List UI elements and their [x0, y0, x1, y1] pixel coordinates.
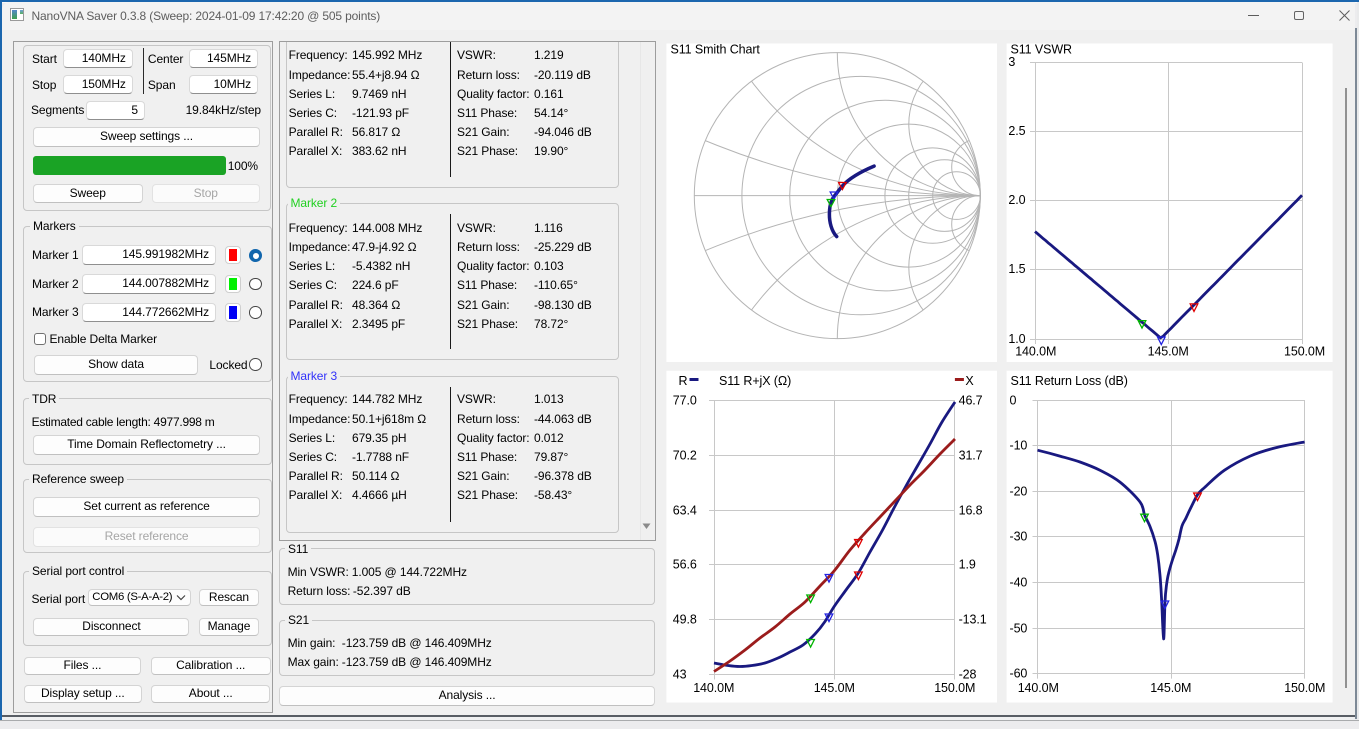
svg-text:70.2: 70.2 — [673, 449, 697, 463]
svg-text:150.0M: 150.0M — [1284, 345, 1325, 359]
svg-text:145.0M: 145.0M — [1148, 345, 1189, 359]
svg-text:1.5: 1.5 — [1008, 262, 1025, 276]
svg-text:16.8: 16.8 — [959, 504, 983, 518]
svg-text:140.0M: 140.0M — [1015, 345, 1056, 359]
svg-text:-28: -28 — [959, 668, 977, 682]
svg-text:2.5: 2.5 — [1008, 124, 1025, 138]
svg-text:1.9: 1.9 — [959, 558, 976, 572]
svg-text:-20: -20 — [1010, 485, 1028, 499]
svg-text:140.0M: 140.0M — [1018, 681, 1059, 695]
svg-text:145.0M: 145.0M — [814, 681, 855, 695]
svg-text:140.0M: 140.0M — [693, 681, 734, 695]
svg-text:-13.1: -13.1 — [959, 613, 987, 627]
svg-text:49.8: 49.8 — [673, 613, 697, 627]
svg-text:S11 Return Loss (dB): S11 Return Loss (dB) — [1011, 374, 1128, 388]
svg-text:63.4: 63.4 — [673, 504, 697, 518]
svg-text:-10: -10 — [1010, 439, 1028, 453]
svg-text:-60: -60 — [1010, 667, 1028, 681]
svg-text:-50: -50 — [1010, 622, 1028, 636]
svg-text:77.0: 77.0 — [673, 394, 697, 408]
svg-text:S11 Smith Chart: S11 Smith Chart — [671, 43, 761, 57]
svg-text:-30: -30 — [1010, 530, 1028, 544]
svg-text:31.7: 31.7 — [959, 449, 983, 463]
svg-text:56.6: 56.6 — [673, 558, 697, 572]
svg-text:S11 VSWR: S11 VSWR — [1011, 43, 1073, 57]
svg-text:150.0M: 150.0M — [1284, 681, 1325, 695]
svg-text:R: R — [679, 374, 688, 388]
svg-text:46.7: 46.7 — [959, 394, 983, 408]
svg-text:-40: -40 — [1010, 576, 1028, 590]
svg-text:3: 3 — [1008, 55, 1015, 69]
svg-text:43: 43 — [673, 668, 687, 682]
svg-text:S11 R+jX (Ω): S11 R+jX (Ω) — [719, 374, 791, 388]
svg-text:150.0M: 150.0M — [934, 681, 975, 695]
svg-text:2.0: 2.0 — [1008, 193, 1025, 207]
svg-text:145.0M: 145.0M — [1150, 681, 1191, 695]
svg-text:0: 0 — [1010, 394, 1017, 408]
svg-text:X: X — [965, 374, 974, 388]
